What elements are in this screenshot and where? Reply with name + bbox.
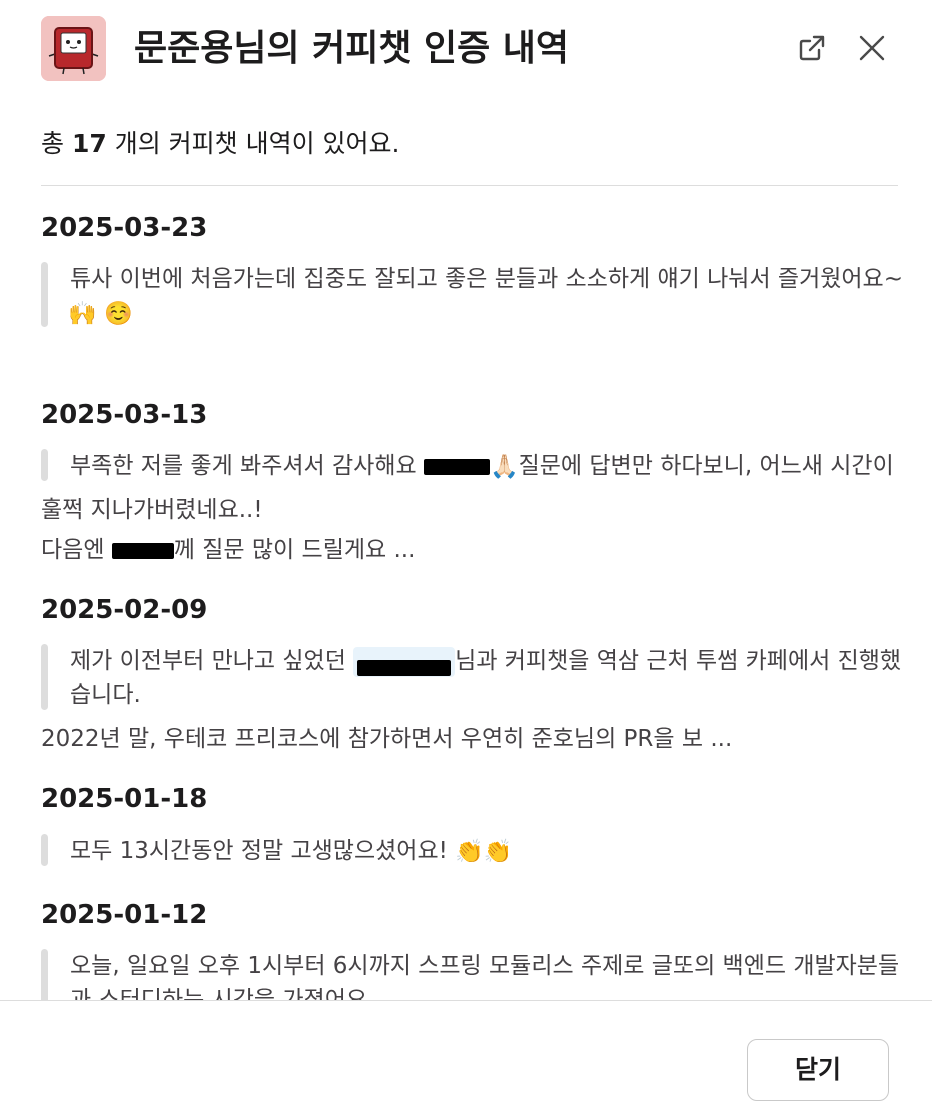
quote-bar <box>41 262 48 327</box>
smiling-face-emoji-icon: ☺️ <box>103 300 133 327</box>
entry-quote-text: 과 스터디하는 시간을 가졌어요. <box>70 987 375 1000</box>
redacted-name <box>423 458 490 475</box>
entry-quote-text: 튜사 이번에 처음가는데 집중도 잘되고 좋은 분들과 소소하게 얘기 나눠서 … <box>70 266 903 292</box>
entry-date: 2025-01-12 <box>41 900 208 930</box>
quote-bar <box>41 449 48 481</box>
close-icon <box>859 35 885 61</box>
user-mention[interactable] <box>353 646 456 677</box>
redacted-name <box>111 542 174 559</box>
entry-body-text: 훌쩍 지나가버렸네요..! <box>41 497 263 523</box>
entry-date: 2025-02-09 <box>41 595 208 625</box>
close-button[interactable]: 닫기 <box>747 1039 889 1101</box>
open-external-icon <box>799 35 825 61</box>
entry-quote-text: 제가 이전부터 만나고 싶었던 님과 커피챗을 역삼 근처 투썸 카페에서 진행… <box>70 644 901 678</box>
summary-text: 총 17 개의 커피챗 내역이 있어요. <box>41 129 400 158</box>
entry-quote-text: 부족한 저를 좋게 봐주셔서 감사해요 🙏🏻질문에 답변만 하다보니, 어느새 … <box>70 449 894 484</box>
entry-body-text: 2022년 말, 우테코 프리코스에 참가하면서 우연히 준호님의 PR을 보 … <box>41 726 733 752</box>
close-modal-button[interactable] <box>853 29 891 67</box>
entry-quote-text: 모두 13시간동안 정말 고생많으셨어요! 👏👏 <box>70 834 512 869</box>
entry-body-text: 다음엔 께 질문 많이 드릴게요 ... <box>41 537 416 563</box>
open-external-button[interactable] <box>793 29 831 67</box>
entry-date: 2025-01-18 <box>41 784 208 814</box>
modal-footer: 닫기 <box>0 1000 932 1112</box>
entry-quote-text: 오늘, 일요일 오후 1시부터 6시까지 스프링 모듈리스 주제로 글또의 백엔… <box>70 953 900 979</box>
entry-quote-text: 습니다. <box>70 682 141 708</box>
clapping-hands-emoji-icon: 👏 <box>483 838 513 865</box>
entry-date: 2025-03-13 <box>41 400 208 430</box>
divider <box>41 185 898 186</box>
modal-title: 문준용님의 커피챗 인증 내역 <box>134 28 570 69</box>
modal-content[interactable]: 총 17 개의 커피챗 내역이 있어요. 2025-03-23 튜사 이번에 처… <box>0 96 932 1000</box>
quote-bar <box>41 949 48 1000</box>
redacted-name <box>357 659 452 676</box>
coffee-chat-modal: 문준용님의 커피챗 인증 내역 총 17 개의 커피챗 내역이 있어요. 202… <box>0 0 932 1112</box>
modal-header: 문준용님의 커피챗 인증 내역 <box>0 0 932 96</box>
robot-app-icon <box>41 16 106 81</box>
quote-bar <box>41 644 48 710</box>
chat-count: 17 <box>71 129 107 158</box>
entry-date: 2025-03-23 <box>41 213 208 243</box>
folded-hands-emoji-icon: 🙏🏻 <box>489 453 519 480</box>
quote-bar <box>41 834 48 866</box>
entry-emoji-line: 🙌 ☺️ <box>68 296 133 331</box>
clapping-hands-emoji-icon: 👏 <box>455 838 484 865</box>
raising-hands-emoji-icon: 🙌 <box>68 300 97 327</box>
